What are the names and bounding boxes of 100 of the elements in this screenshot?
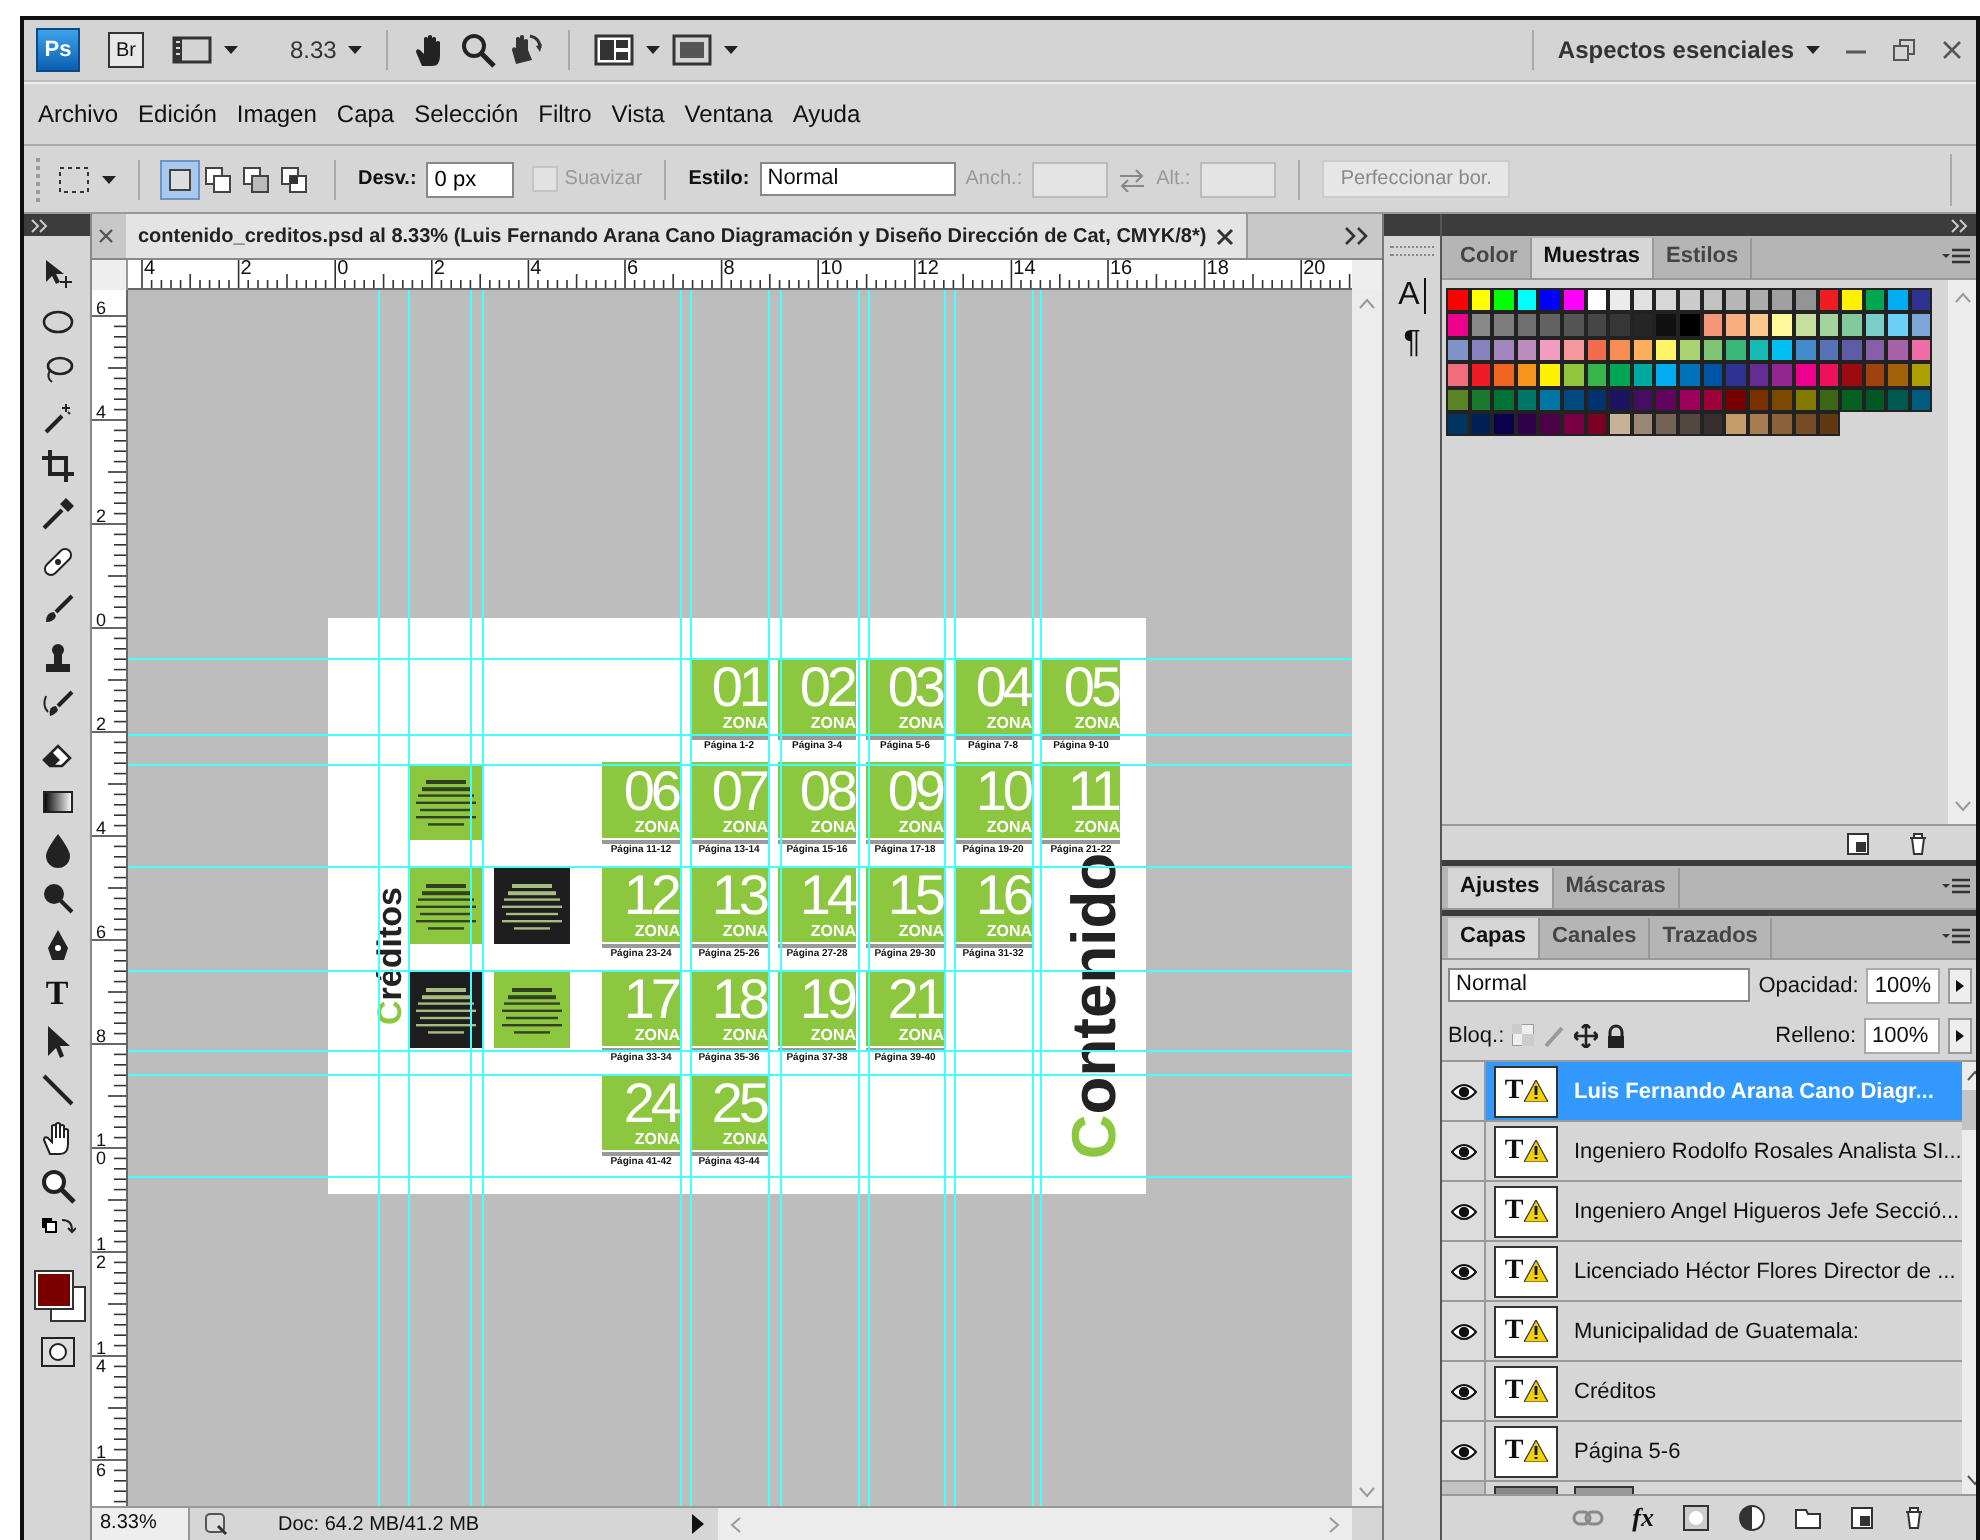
- ruler-number: 14: [96, 1340, 108, 1376]
- layer-name: Luis Fernando Arana Cano Diagr...: [1574, 1079, 1934, 1103]
- menu-item[interactable]: Ventana: [674, 96, 783, 132]
- menu-item[interactable]: Vista: [601, 96, 675, 132]
- zone-tile: 09 ZONA: [866, 762, 944, 838]
- zone-tile: 12 ZONA: [602, 866, 680, 942]
- text-layer-thumbnail: T: [1494, 1365, 1558, 1417]
- document-size-info: Doc: 64.2 MB/41.2 MB: [276, 1513, 482, 1535]
- text-layer-thumbnail: T: [1494, 1245, 1558, 1297]
- anti-alias-label: Suavizar: [564, 168, 643, 190]
- layer-row[interactable]: T Municipalidad de Guatemala:: [1442, 1302, 1962, 1362]
- style-dropdown[interactable]: Normal: [759, 162, 956, 196]
- menu-item[interactable]: Capa: [326, 96, 405, 132]
- ruler-number: 6: [96, 300, 108, 318]
- menu-item[interactable]: Filtro: [528, 96, 602, 132]
- width-label: Anch.:: [965, 168, 1023, 190]
- opacity-label: Opacidad:: [1758, 973, 1859, 997]
- ruler-number: 4: [96, 404, 108, 422]
- layer-style-button[interactable]: fx: [1632, 1502, 1654, 1534]
- layer-row[interactable]: T Ingeniero Angel Higueros Jefe Secció...: [1442, 1182, 1962, 1242]
- fill-label: Relleno:: [1775, 1023, 1856, 1047]
- opacity-field[interactable]: 100%: [1866, 967, 1940, 1003]
- ruler-number: 2: [96, 508, 108, 526]
- text-layer-thumbnail: T: [1494, 1125, 1558, 1177]
- zone-tile: 01 ZONA: [690, 658, 768, 734]
- panel-tab[interactable]: Capas: [1448, 918, 1541, 958]
- character-panel-button[interactable]: A: [1398, 278, 1426, 314]
- zone-tile: 13 ZONA: [690, 866, 768, 942]
- layer-name: Ingeniero Angel Higueros Jefe Secció...: [1574, 1199, 1960, 1223]
- text-layer-thumbnail: T: [1494, 1425, 1558, 1477]
- panel-tab[interactable]: Canales: [1540, 918, 1651, 958]
- contents-heading: Contenido: [1063, 852, 1125, 1160]
- layer-row[interactable]: T Créditos: [1442, 1362, 1962, 1422]
- zone-tile: 06 ZONA: [602, 762, 680, 838]
- fill-field[interactable]: 100%: [1864, 1017, 1940, 1053]
- layer-row[interactable]: T Ingeniero Rodolfo Rosales Analista SI...: [1442, 1122, 1962, 1182]
- blend-mode-dropdown[interactable]: Normal: [1448, 968, 1751, 1002]
- zone-tile: 03 ZONA: [866, 658, 944, 734]
- ruler-number: 4: [143, 260, 156, 280]
- ruler-number: 8: [723, 260, 735, 280]
- layer-row[interactable]: T Página 5-6: [1442, 1422, 1962, 1482]
- ruler-number: 18: [1206, 260, 1229, 280]
- zone-tile: 07 ZONA: [690, 762, 768, 838]
- ruler-number: 2: [96, 716, 108, 734]
- text-layer-thumbnail: T: [1494, 1305, 1558, 1357]
- ruler-number: 2: [433, 260, 445, 280]
- ruler-number: 6: [96, 924, 108, 942]
- paragraph-panel-button[interactable]: ¶: [1403, 326, 1421, 362]
- document-tab[interactable]: contenido_creditos.psd al 8.33% (Luis Fernando Arana Cano Diagramación y Diseño Dirección de Cat, CMYK/8*): [126, 214, 1249, 258]
- zone-tile: 14 ZONA: [778, 866, 856, 942]
- panel-tab[interactable]: Máscaras: [1553, 868, 1680, 908]
- type-tool[interactable]: T: [45, 976, 69, 1012]
- workspace-dropdown[interactable]: Aspectos esenciales: [1557, 36, 1794, 64]
- ruler-number: 0: [96, 612, 108, 630]
- zone-tile: 24 ZONA: [602, 1074, 680, 1150]
- zone-tile: 21 ZONA: [866, 970, 944, 1046]
- layer-row[interactable]: T Luis Fernando Arana Cano Diagr...: [1442, 1062, 1962, 1122]
- panel-tab[interactable]: Ajustes: [1448, 868, 1554, 908]
- feather-label: Desv.:: [358, 168, 417, 190]
- text-layer-thumbnail: T: [1494, 1065, 1558, 1117]
- ruler-number: 12: [96, 1236, 108, 1272]
- zone-tile: 11 ZONA: [1042, 762, 1120, 838]
- menu-item[interactable]: Imagen: [226, 96, 327, 132]
- panel-tab[interactable]: Estilos: [1654, 238, 1753, 278]
- zoom-level-dropdown[interactable]: 8.33: [290, 36, 337, 64]
- layer-name: Ingeniero Rodolfo Rosales Analista SI...: [1574, 1139, 1962, 1163]
- menu-item[interactable]: Edición: [128, 96, 227, 132]
- menu-item[interactable]: Selección: [404, 96, 529, 132]
- menu-item[interactable]: Archivo: [28, 96, 129, 132]
- ruler-number: 16: [1109, 260, 1133, 280]
- zone-tile: 08 ZONA: [778, 762, 856, 838]
- lock-label: Bloq.:: [1448, 1023, 1505, 1047]
- ruler-number: 20: [1303, 260, 1326, 280]
- zone-tile: 25 ZONA: [690, 1074, 768, 1150]
- menu-item[interactable]: Ayuda: [782, 96, 871, 132]
- zone-tile: 18 ZONA: [690, 970, 768, 1046]
- zone-tile: 02 ZONA: [778, 658, 856, 734]
- ruler-number: 12: [916, 260, 939, 280]
- photoshop-logo[interactable]: Ps: [36, 28, 80, 72]
- layer-name: Licenciado Héctor Flores Director de ...: [1574, 1259, 1956, 1283]
- ruler-number: 14: [1013, 260, 1036, 280]
- feather-field[interactable]: 0 px: [426, 161, 515, 197]
- style-label: Estilo:: [688, 168, 750, 190]
- panel-tab[interactable]: Muestras: [1531, 238, 1655, 278]
- layer-row[interactable]: T Licenciado Héctor Flores Director de ...: [1442, 1242, 1962, 1302]
- zone-tile: 19 ZONA: [778, 970, 856, 1046]
- height-label: Alt.:: [1156, 168, 1191, 190]
- bridge-button[interactable]: Br: [108, 32, 144, 68]
- ruler-number: 0: [337, 260, 349, 280]
- ruler-number: 16: [96, 1444, 108, 1480]
- text-layer-thumbnail: T: [1494, 1185, 1558, 1237]
- ruler-number: 4: [96, 820, 108, 838]
- zone-tile: 16 ZONA: [954, 866, 1032, 942]
- ruler-number: 8: [96, 1028, 108, 1046]
- ruler-number: 10: [820, 260, 843, 280]
- zoom-field[interactable]: 8.33%: [92, 1508, 190, 1540]
- panel-tab[interactable]: Trazados: [1650, 918, 1772, 958]
- ruler-number: 4: [530, 260, 542, 280]
- layer-name: Página 5-6: [1574, 1439, 1681, 1463]
- ruler-number: 6: [626, 260, 639, 280]
